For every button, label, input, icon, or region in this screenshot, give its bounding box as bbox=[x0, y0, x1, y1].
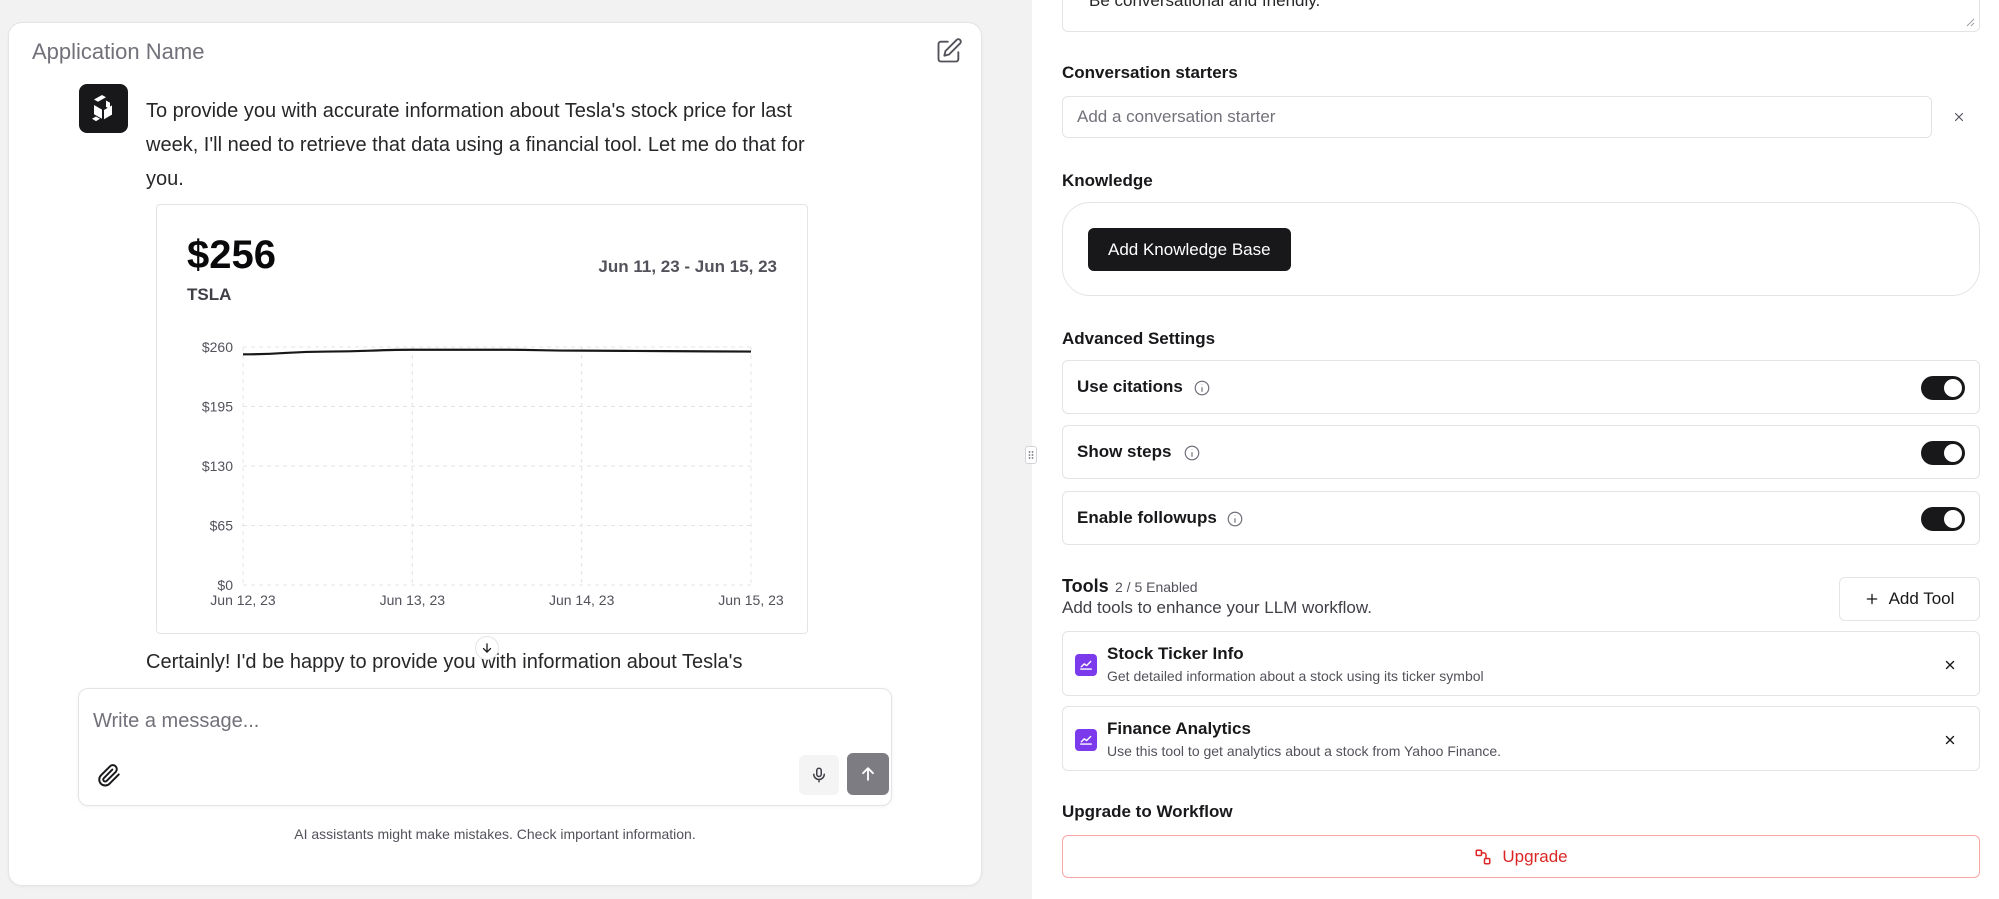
toggle-label: Use citations bbox=[1077, 377, 1183, 396]
starter-remove-button[interactable] bbox=[1949, 107, 1969, 127]
send-button[interactable] bbox=[847, 753, 889, 795]
edit-icon[interactable] bbox=[935, 37, 963, 65]
scroll-down-button[interactable] bbox=[475, 636, 499, 660]
toggle-label: Show steps bbox=[1077, 442, 1172, 461]
tool-row: Stock Ticker Info Get detailed informati… bbox=[1062, 631, 1980, 696]
add-tool-button[interactable]: Add Tool bbox=[1839, 577, 1980, 621]
instructions-textarea[interactable]: Be conversational and friendly. bbox=[1062, 0, 1980, 32]
tools-count: 2 / 5 Enabled bbox=[1115, 579, 1198, 595]
x-tick-label: Jun 14, 23 bbox=[549, 592, 615, 608]
tool-row: Finance Analytics Use this tool to get a… bbox=[1062, 706, 1980, 771]
add-knowledge-base-button[interactable]: Add Knowledge Base bbox=[1088, 228, 1291, 271]
stock-card: $256 TSLA Jun 11, 23 - Jun 15, 23 $0 $65 $… bbox=[156, 204, 808, 634]
close-icon bbox=[1945, 660, 1955, 670]
x-tick-label: Jun 15, 23 bbox=[718, 592, 784, 608]
upgrade-label: Upgrade bbox=[1502, 846, 1568, 866]
panel-resize-handle[interactable] bbox=[1025, 446, 1037, 464]
remove-tool-button[interactable] bbox=[1941, 731, 1959, 749]
tool-name: Stock Ticker Info bbox=[1107, 644, 1244, 663]
upgrade-section-label: Upgrade to Workflow bbox=[1062, 802, 1233, 821]
stock-line-chart: $0 $65 $130 $195 $260 Jun 12, 23 Jun 13, 23 Jun… bbox=[202, 339, 784, 608]
tool-description: Use this tool to get analytics about a s… bbox=[1107, 743, 1502, 759]
remove-tool-button[interactable] bbox=[1941, 656, 1959, 674]
tools-title: Tools bbox=[1062, 576, 1109, 596]
resize-grip-icon[interactable] bbox=[1965, 17, 1975, 27]
conversation-starter-input[interactable] bbox=[1062, 96, 1932, 138]
toggle-row-citations: Use citations bbox=[1062, 360, 1980, 414]
disclaimer: AI assistants might make mistakes. Check… bbox=[294, 826, 696, 842]
knowledge-box: Add Knowledge Base bbox=[1062, 202, 1980, 296]
use-citations-toggle[interactable] bbox=[1921, 376, 1965, 400]
assistant-message: To provide you with accurate information… bbox=[146, 100, 805, 190]
info-icon[interactable] bbox=[1183, 444, 1201, 462]
enable-followups-toggle[interactable] bbox=[1921, 507, 1965, 531]
mic-button[interactable] bbox=[799, 755, 839, 795]
y-tick-label: $260 bbox=[202, 339, 233, 355]
y-tick-label: $195 bbox=[202, 399, 233, 415]
message-composer bbox=[78, 688, 892, 806]
app-title: Application Name bbox=[32, 39, 205, 64]
assistant-logo-icon bbox=[91, 94, 112, 121]
arrow-up-icon bbox=[862, 767, 874, 781]
show-steps-toggle[interactable] bbox=[1921, 441, 1965, 465]
toggle-row-followups: Enable followups bbox=[1062, 491, 1980, 545]
workflow-icon bbox=[1475, 849, 1491, 864]
y-tick-label: $130 bbox=[202, 458, 233, 474]
assistant-avatar bbox=[79, 84, 128, 133]
paperclip-icon bbox=[98, 764, 120, 787]
close-icon bbox=[1945, 735, 1955, 745]
series-line bbox=[242, 348, 752, 356]
knowledge-label: Knowledge bbox=[1062, 171, 1153, 190]
instructions-text: Be conversational and friendly. bbox=[1089, 0, 1321, 10]
toggle-row-steps: Show steps bbox=[1062, 425, 1980, 479]
chart-icon bbox=[1075, 729, 1097, 751]
y-tick-label: $0 bbox=[217, 577, 233, 593]
advanced-settings-label: Advanced Settings bbox=[1062, 329, 1216, 348]
grip-icon bbox=[1028, 451, 1034, 459]
message-input[interactable] bbox=[93, 705, 873, 737]
info-icon[interactable] bbox=[1193, 379, 1211, 397]
close-icon bbox=[1954, 112, 1964, 122]
tool-name: Finance Analytics bbox=[1107, 719, 1251, 738]
plus-icon bbox=[1866, 593, 1877, 605]
upgrade-button[interactable]: Upgrade bbox=[1062, 835, 1980, 878]
y-tick-label: $65 bbox=[210, 518, 234, 534]
info-icon[interactable] bbox=[1226, 510, 1244, 528]
x-tick-label: Jun 13, 23 bbox=[380, 592, 446, 608]
microphone-icon bbox=[813, 767, 825, 783]
chart-icon bbox=[1075, 654, 1097, 676]
add-tool-label: Add Tool bbox=[1888, 589, 1955, 608]
tool-description: Get detailed information about a stock u… bbox=[1107, 668, 1484, 684]
conversation-starters-label: Conversation starters bbox=[1062, 63, 1238, 82]
attach-button[interactable] bbox=[93, 759, 125, 791]
tools-description: Add tools to enhance your LLM workflow. bbox=[1062, 598, 1372, 617]
arrow-down-icon bbox=[482, 643, 492, 653]
toggle-label: Enable followups bbox=[1077, 508, 1217, 527]
x-tick-label: Jun 12, 23 bbox=[210, 592, 276, 608]
